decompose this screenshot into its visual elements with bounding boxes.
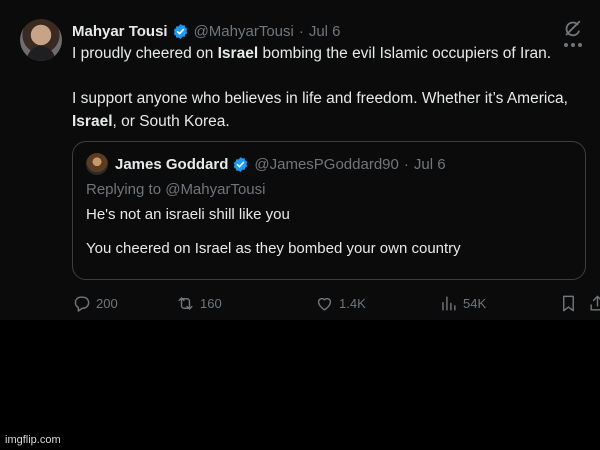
quoted-paragraph-2: You cheered on Israel as they bombed you… xyxy=(86,240,461,257)
like-count: 1.4K xyxy=(339,295,366,311)
share-button[interactable] xyxy=(588,292,600,314)
retweet-count: 160 xyxy=(200,295,222,311)
quoted-date: Jul 6 xyxy=(413,155,446,173)
quoted-tweet[interactable]: James Goddard @JamesPGoddard90 · Jul 6 R… xyxy=(72,141,586,280)
author-handle[interactable]: @MahyarTousi xyxy=(194,23,294,40)
tweet-card[interactable]: Mahyar Tousi @MahyarTousi · Jul 6 I prou… xyxy=(0,0,600,320)
separator-dot: · xyxy=(403,155,409,173)
bold-israel: Israel xyxy=(217,45,259,62)
grok-icon[interactable] xyxy=(561,18,583,40)
tweet-body: I proudly cheered on Israel bombing the … xyxy=(72,42,592,133)
like-button[interactable]: 1.4K xyxy=(315,292,366,314)
bold-israel: Israel xyxy=(72,113,113,130)
reply-count: 200 xyxy=(96,295,118,311)
views-button[interactable]: 54K xyxy=(439,292,486,314)
heart-icon xyxy=(317,297,332,311)
replying-to: Replying to @MahyarTousi xyxy=(86,181,266,198)
quoted-avatar[interactable] xyxy=(86,153,108,175)
quoted-paragraph-1: He's not an israeli shill like you xyxy=(86,206,290,223)
quoted-body: He's not an israeli shill like you You c… xyxy=(86,205,566,259)
separator-dot: · xyxy=(298,22,304,40)
tweet-paragraph-2: I support anyone who believes in life an… xyxy=(72,90,568,130)
views-count: 54K xyxy=(463,295,487,311)
tweet-date[interactable]: Jul 6 xyxy=(309,23,341,40)
retweet-button[interactable]: 160 xyxy=(176,292,222,314)
author-name[interactable]: Mahyar Tousi xyxy=(72,23,168,40)
reply-icon xyxy=(74,295,90,312)
retweet-icon xyxy=(178,296,193,310)
tweet-author-row: Mahyar Tousi @MahyarTousi · Jul 6 xyxy=(72,20,341,42)
quoted-author-row: James Goddard @JamesPGoddard90 · Jul 6 xyxy=(115,153,446,175)
bookmark-button[interactable] xyxy=(559,292,583,314)
avatar[interactable] xyxy=(20,19,62,61)
action-bar: 200 160 1.4K 54K xyxy=(72,292,600,314)
quoted-author-handle: @JamesPGoddard90 xyxy=(254,155,399,173)
quoted-author-name: James Goddard xyxy=(115,155,229,173)
bookmark-icon xyxy=(563,295,574,311)
verified-badge-icon xyxy=(234,156,248,172)
watermark: imgflip.com xyxy=(5,434,61,446)
reply-button[interactable]: 200 xyxy=(72,292,118,314)
verified-badge-icon xyxy=(173,23,187,39)
share-icon xyxy=(590,295,600,311)
views-chart-icon xyxy=(442,295,456,311)
tweet-paragraph-1: I proudly cheered on Israel bombing the … xyxy=(72,45,552,62)
